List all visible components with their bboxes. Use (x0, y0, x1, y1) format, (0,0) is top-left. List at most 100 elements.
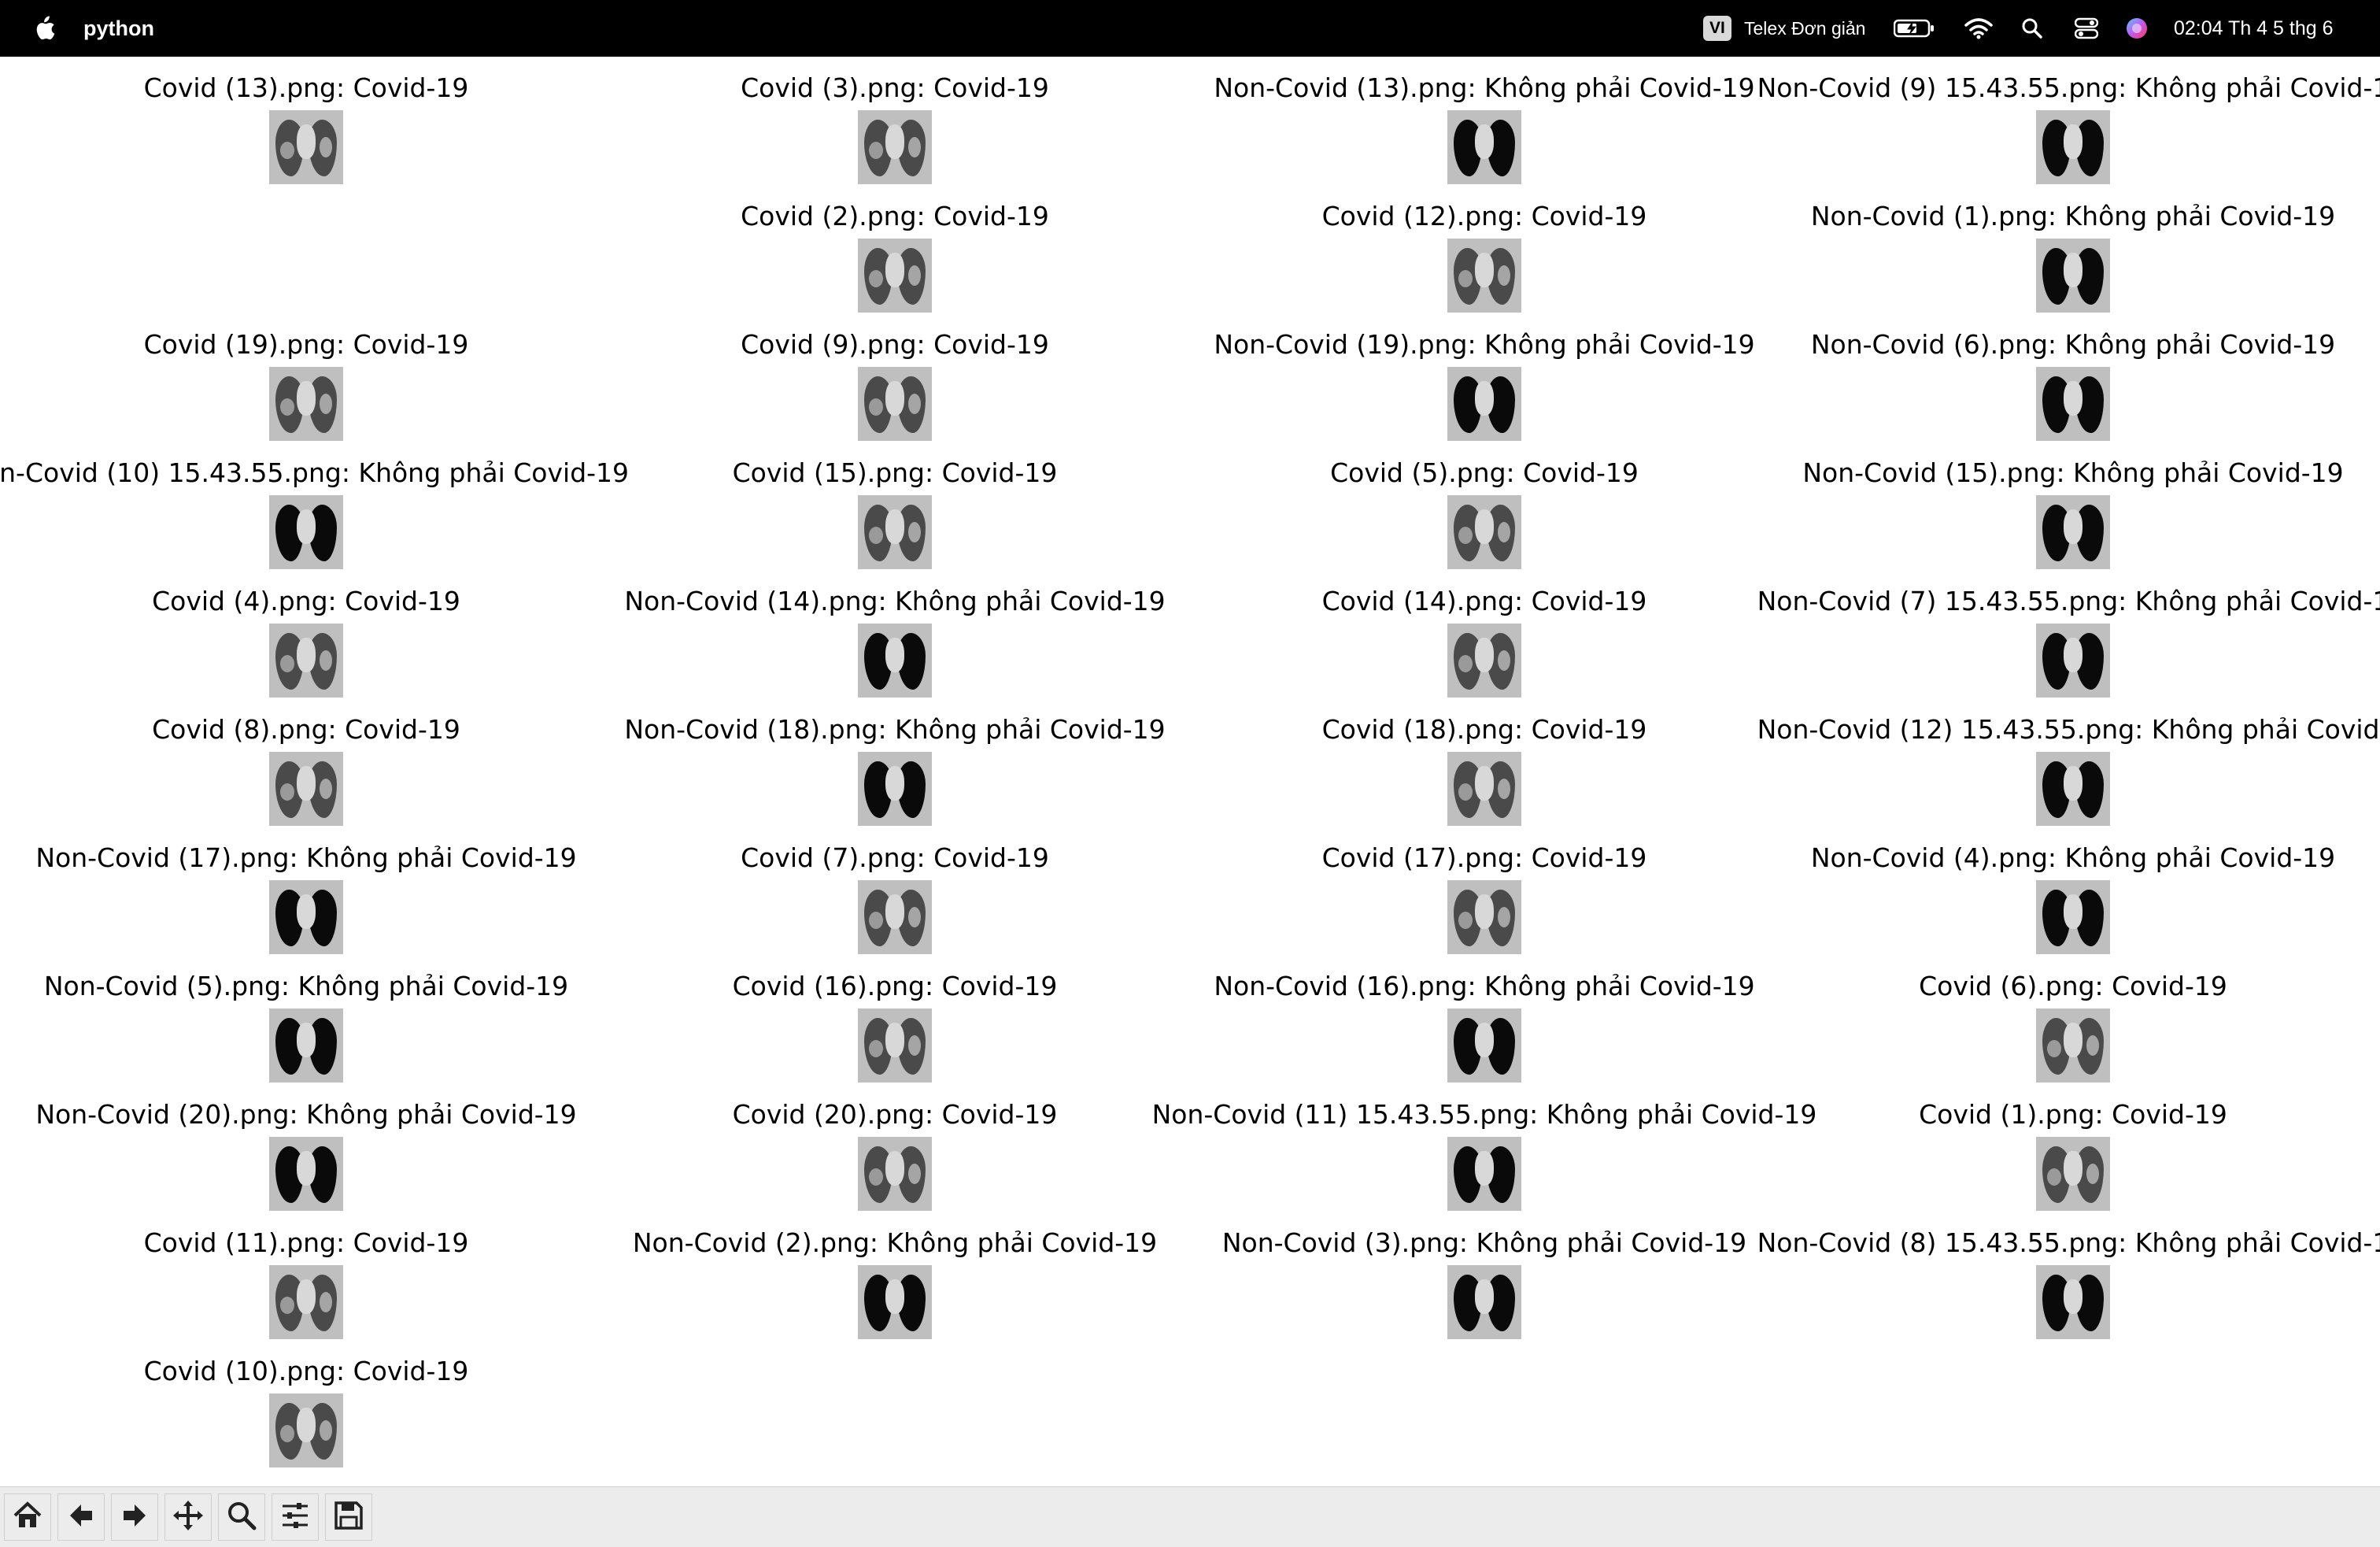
ct-scan-thumbnail (1447, 110, 1521, 184)
ct-scan-thumbnail (1447, 1009, 1521, 1083)
search-icon[interactable] (2021, 0, 2043, 57)
ct-scan-thumbnail (2036, 880, 2110, 954)
apple-icon[interactable] (30, 0, 58, 57)
save-figure-icon (333, 1500, 364, 1534)
ct-scan-thumbnail (858, 367, 932, 441)
siri-icon[interactable] (2125, 0, 2149, 57)
ct-scan-thumbnail (2036, 367, 2110, 441)
subplot-title: Covid (16).png: Covid-19 (732, 971, 1058, 1001)
configure-subplots-icon (279, 1500, 311, 1534)
battery-icon[interactable] (1894, 0, 1935, 57)
subplot-title: Covid (2).png: Covid-19 (741, 201, 1049, 231)
ct-scan-thumbnail (1447, 752, 1521, 826)
ct-scan-thumbnail (858, 624, 932, 698)
ct-scan-thumbnail (858, 495, 932, 569)
subplot-title: Non-Covid (9) 15.43.55.png: Không phải C… (1757, 72, 2380, 103)
input-method-badge[interactable]: VI (1703, 16, 1731, 41)
subplot-title: Non-Covid (20).png: Không phải Covid-19 (35, 1099, 577, 1130)
ct-scan-thumbnail (269, 752, 343, 826)
ct-scan-thumbnail (858, 1009, 932, 1083)
configure-subplots-button[interactable] (272, 1493, 319, 1541)
subplot-title: Covid (20).png: Covid-19 (732, 1099, 1058, 1130)
ct-scan-thumbnail (2036, 110, 2110, 184)
pan-move-icon (172, 1499, 205, 1535)
subplot-title: Non-Covid (13).png: Không phải Covid-19 (1214, 72, 1755, 103)
ct-scan-thumbnail (2036, 1265, 2110, 1339)
subplot-title: Covid (1).png: Covid-19 (1919, 1099, 2227, 1130)
ct-scan-thumbnail (269, 880, 343, 954)
subplot-title: Non-Covid (17).png: Không phải Covid-19 (35, 842, 577, 873)
subplot-title: Covid (5).png: Covid-19 (1330, 457, 1639, 488)
ct-scan-thumbnail (858, 239, 932, 313)
ct-scan-thumbnail (1447, 367, 1521, 441)
subplot-title: Non-Covid (18).png: Không phải Covid-19 (624, 714, 1166, 745)
subplot-title: Covid (8).png: Covid-19 (152, 714, 460, 745)
matplotlib-navigation-toolbar (0, 1486, 2380, 1547)
subplot-title: Non-Covid (5).png: Không phải Covid-19 (43, 971, 569, 1001)
menu-bar-clock[interactable]: 02:04 Th 4 5 thg 6 (2174, 0, 2333, 57)
subplot-title: Covid (17).png: Covid-19 (1321, 842, 1647, 873)
input-method-name[interactable]: Telex Đơn giản (1744, 0, 1865, 57)
subplot-title: Non-Covid (6).png: Không phải Covid-19 (1810, 329, 2336, 360)
subplot-title: Covid (6).png: Covid-19 (1919, 971, 2227, 1001)
forward-arrow-icon (119, 1500, 150, 1534)
ct-scan-thumbnail (1447, 624, 1521, 698)
ct-scan-thumbnail (1447, 1137, 1521, 1211)
ct-scan-thumbnail (2036, 752, 2110, 826)
subplot-title: Non-Covid (12) 15.43.55.png: Không phải … (1757, 714, 2380, 745)
subplot-title: Non-Covid (3).png: Không phải Covid-19 (1221, 1227, 1747, 1258)
subplot-title: Non-Covid (19).png: Không phải Covid-19 (1214, 329, 1755, 360)
ct-scan-thumbnail (858, 1265, 932, 1339)
ct-scan-thumbnail (858, 880, 932, 954)
home-button[interactable] (4, 1493, 51, 1541)
ct-scan-thumbnail (858, 110, 932, 184)
save-figure-button[interactable] (325, 1493, 372, 1541)
subplot-title: Covid (7).png: Covid-19 (741, 842, 1049, 873)
ct-scan-thumbnail (269, 624, 343, 698)
ct-scan-thumbnail (2036, 239, 2110, 313)
ct-scan-thumbnail (269, 495, 343, 569)
ct-scan-thumbnail (2036, 624, 2110, 698)
ct-scan-thumbnail (2036, 1137, 2110, 1211)
subplot-title: Non-Covid (16).png: Không phải Covid-19 (1214, 971, 1755, 1001)
subplot-title: Covid (12).png: Covid-19 (1321, 201, 1647, 231)
subplot-title: Covid (10).png: Covid-19 (143, 1356, 469, 1386)
subplot-title: Covid (14).png: Covid-19 (1321, 586, 1647, 616)
ct-scan-thumbnail (858, 752, 932, 826)
forward-arrow-button[interactable] (111, 1493, 158, 1541)
subplot-title: Non-Covid (7) 15.43.55.png: Không phải C… (1757, 586, 2380, 616)
ct-scan-thumbnail (269, 110, 343, 184)
control-center-icon[interactable] (2075, 0, 2098, 57)
ct-scan-thumbnail (269, 367, 343, 441)
ct-scan-thumbnail (1447, 1265, 1521, 1339)
subplot-title: Non-Covid (11) 15.43.55.png: Không phải … (1151, 1099, 1817, 1130)
subplot-title: Covid (15).png: Covid-19 (732, 457, 1058, 488)
ct-scan-thumbnail (858, 1137, 932, 1211)
ct-scan-thumbnail (269, 1265, 343, 1339)
back-arrow-icon (65, 1500, 97, 1534)
ct-scan-thumbnail (269, 1393, 343, 1467)
ct-scan-thumbnail (1447, 495, 1521, 569)
zoom-magnifier-button[interactable] (218, 1493, 265, 1541)
pan-move-button[interactable] (164, 1493, 212, 1541)
wifi-icon[interactable] (1964, 0, 1993, 57)
subplot-title: Covid (3).png: Covid-19 (741, 72, 1049, 103)
zoom-magnifier-icon (226, 1500, 257, 1534)
back-arrow-button[interactable] (57, 1493, 105, 1541)
ct-scan-thumbnail (1447, 880, 1521, 954)
ct-scan-thumbnail (1447, 239, 1521, 313)
ct-scan-thumbnail (269, 1009, 343, 1083)
ct-scan-thumbnail (2036, 495, 2110, 569)
subplot-title: Non-Covid (2).png: Không phải Covid-19 (632, 1227, 1158, 1258)
subplot-title: Covid (19).png: Covid-19 (143, 329, 469, 360)
subplot-title: Covid (11).png: Covid-19 (143, 1227, 469, 1258)
subplot-title: Covid (9).png: Covid-19 (741, 329, 1049, 360)
matplotlib-figure-canvas[interactable]: Covid (13).png: Covid-19 Covid (19).png: … (0, 57, 2380, 1486)
subplot-title: Non-Covid (15).png: Không phải Covid-19 (1802, 457, 2344, 488)
subplot-title: Covid (13).png: Covid-19 (143, 72, 469, 103)
ct-scan-thumbnail (2036, 1009, 2110, 1083)
subplot-title: Non-Covid (8) 15.43.55.png: Không phải C… (1757, 1227, 2380, 1258)
app-menu-python[interactable]: python (83, 0, 154, 57)
ct-scan-thumbnail (269, 1137, 343, 1211)
subplot-title: Non-Covid (14).png: Không phải Covid-19 (624, 586, 1166, 616)
